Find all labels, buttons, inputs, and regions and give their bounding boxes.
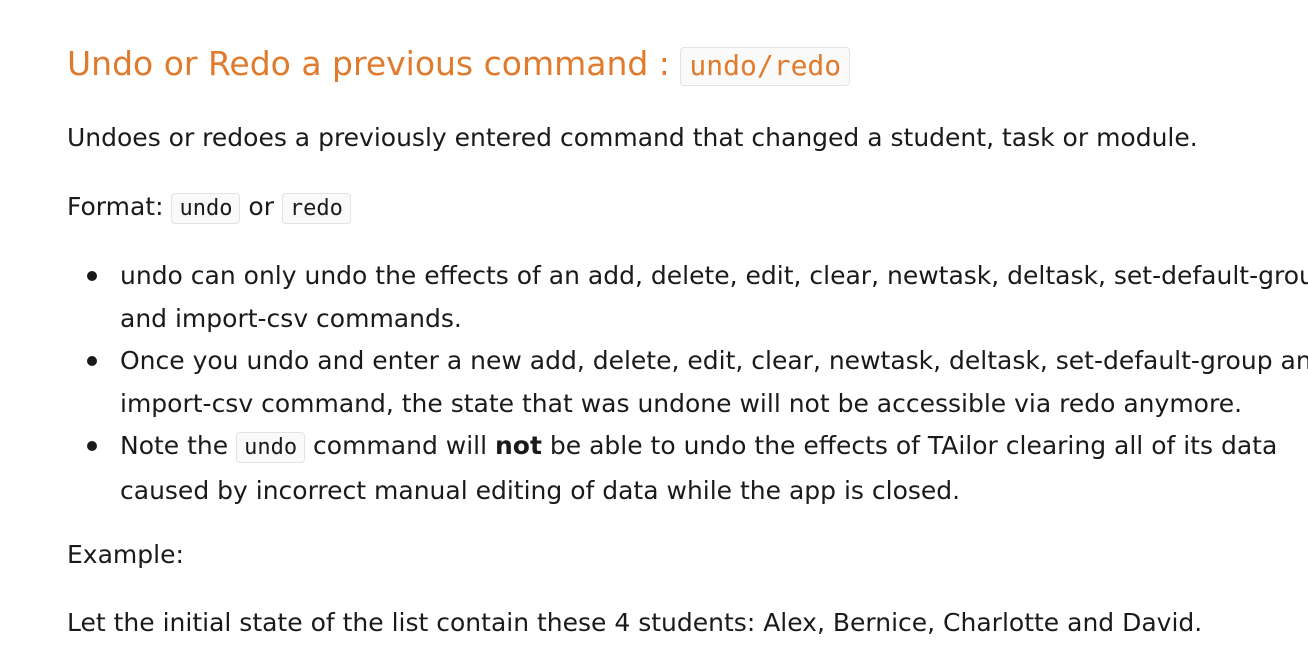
document-body: Undo or Redo a previous command : undo/r… <box>0 0 1308 666</box>
format-label: Format: <box>67 192 172 221</box>
notes-list: undo can only undo the effects of an add… <box>67 255 1308 512</box>
section-heading: Undo or Redo a previous command : undo/r… <box>67 40 851 90</box>
note-bold-not: not <box>495 431 542 460</box>
format-code-redo: redo <box>281 193 351 224</box>
format-line: Format: undo or redo <box>67 187 351 229</box>
note-code-undo: undo <box>236 432 306 463</box>
note-item: Note the undo command will not be able t… <box>87 425 1308 512</box>
note-item: undo can only undo the effects of an add… <box>87 255 1308 340</box>
section-heading-text: Undo or Redo a previous command : <box>67 44 681 83</box>
heading-command-code: undo/redo <box>680 47 851 86</box>
note-item: Once you undo and enter a new add, delet… <box>87 340 1308 425</box>
note-mid: command will <box>305 431 495 460</box>
example-intro: Let the initial state of the list contai… <box>67 608 1203 637</box>
example-label: Example: <box>67 540 184 569</box>
format-or: or <box>240 192 282 221</box>
note-prefix: Note the <box>120 431 237 460</box>
format-code-undo: undo <box>171 193 241 224</box>
command-description: Undoes or redoes a previously entered co… <box>67 123 1198 152</box>
note-text: Once you undo and enter a new add, delet… <box>120 346 1308 418</box>
note-text: undo can only undo the effects of an add… <box>120 261 1308 333</box>
